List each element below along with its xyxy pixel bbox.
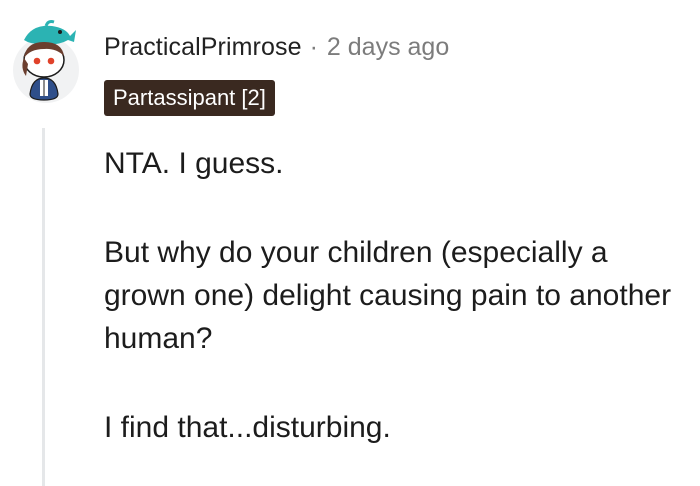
comment: PracticalPrimrose · 2 days ago Partassip… bbox=[0, 0, 700, 486]
thread-line[interactable] bbox=[42, 128, 45, 486]
meta-separator: · bbox=[309, 32, 318, 61]
comment-paragraph: I find that...disturbing. bbox=[104, 411, 391, 444]
comment-meta: PracticalPrimrose · 2 days ago bbox=[104, 30, 449, 64]
comment-paragraph: NTA. I guess. bbox=[104, 147, 284, 180]
comment-timestamp[interactable]: 2 days ago bbox=[327, 33, 449, 62]
author-username[interactable]: PracticalPrimrose bbox=[104, 33, 302, 62]
snoo-avatar-icon[interactable] bbox=[10, 18, 82, 104]
comment-body: NTA. I guess. But why do your children (… bbox=[104, 142, 694, 449]
comment-paragraph: But why do your children (especially a g… bbox=[104, 236, 672, 355]
user-flair: Partassipant [2] bbox=[104, 80, 275, 116]
